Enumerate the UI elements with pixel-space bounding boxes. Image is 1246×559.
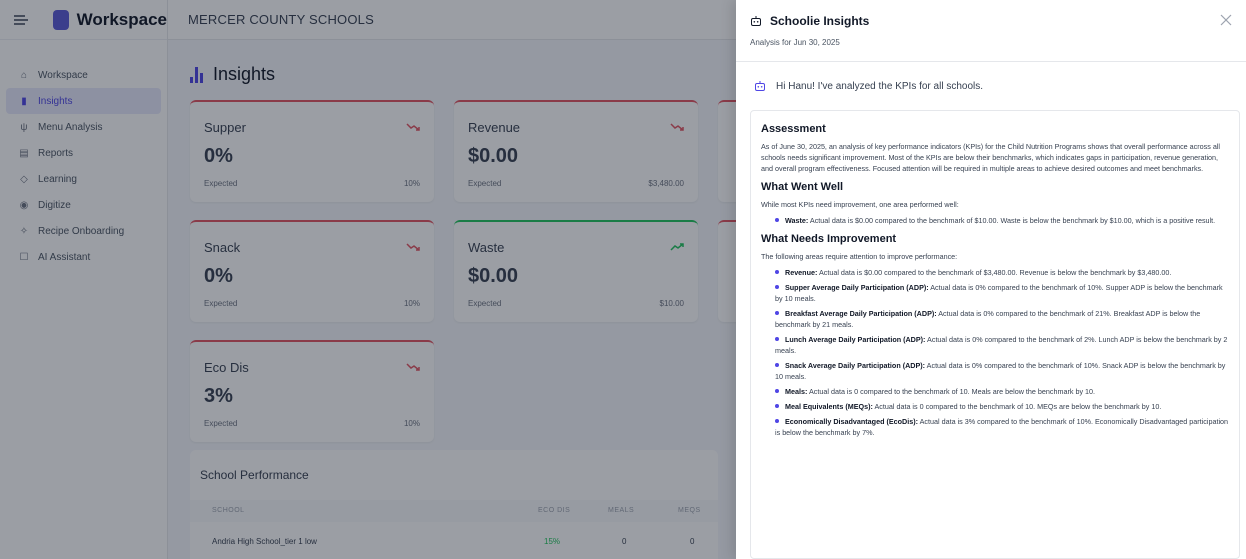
insights-drawer: Schoolie Insights Analysis for Jun 30, 2… — [736, 0, 1246, 559]
improvement-intro: The following areas require attention to… — [761, 252, 958, 261]
insights-report: Assessment As of June 30, 2025, an analy… — [750, 110, 1240, 559]
went-well-list: Waste: Actual data is $0.00 compared to … — [761, 215, 1229, 226]
drawer-header: Schoolie Insights Analysis for Jun 30, 2… — [736, 0, 1246, 62]
bullet-icon — [775, 285, 779, 289]
bot-icon — [751, 16, 761, 26]
went-well-heading: What Went Well — [761, 181, 844, 193]
drawer-title-text: Schoolie Insights — [770, 14, 870, 28]
assessment-heading: Assessment — [761, 123, 826, 135]
list-item: Waste: Actual data is $0.00 compared to … — [775, 215, 1229, 226]
close-button[interactable] — [1218, 12, 1234, 28]
close-icon — [1220, 14, 1232, 26]
bullet-icon — [775, 363, 779, 367]
bullet-icon — [775, 389, 779, 393]
list-item: Meals: Actual data is 0 compared to the … — [775, 386, 1229, 397]
improvement-list: Revenue: Actual data is $0.00 compared t… — [761, 267, 1229, 438]
list-item: Lunch Average Daily Participation (ADP):… — [775, 335, 1228, 355]
bullet-icon — [775, 270, 779, 274]
assistant-greeting: Hi Hanu! I've analyzed the KPIs for all … — [754, 80, 983, 92]
drawer-title: Schoolie Insights — [750, 14, 869, 28]
list-item: Meal Equivalents (MEQs): Actual data is … — [775, 401, 1229, 412]
bullet-icon — [775, 404, 779, 408]
greeting-text: Hi Hanu! I've analyzed the KPIs for all … — [776, 80, 984, 92]
bullet-icon — [775, 311, 779, 315]
list-item: Snack Average Daily Participation (ADP):… — [775, 361, 1226, 381]
bullet-icon — [775, 419, 779, 423]
bullet-icon — [775, 218, 779, 222]
bullet-icon — [775, 337, 779, 341]
list-item: Economically Disadvantaged (EcoDis): Act… — [775, 417, 1229, 437]
went-well-intro: While most KPIs need improvement, one ar… — [761, 200, 959, 209]
bot-icon — [755, 81, 765, 91]
improvement-heading: What Needs Improvement — [761, 233, 897, 245]
assessment-text: As of June 30, 2025, an analysis of key … — [761, 142, 1221, 173]
list-item: Revenue: Actual data is $0.00 compared t… — [775, 267, 1229, 278]
list-item: Supper Average Daily Participation (ADP)… — [775, 283, 1223, 303]
drawer-subtitle: Analysis for Jun 30, 2025 — [750, 38, 840, 47]
list-item: Breakfast Average Daily Participation (A… — [775, 309, 1201, 329]
